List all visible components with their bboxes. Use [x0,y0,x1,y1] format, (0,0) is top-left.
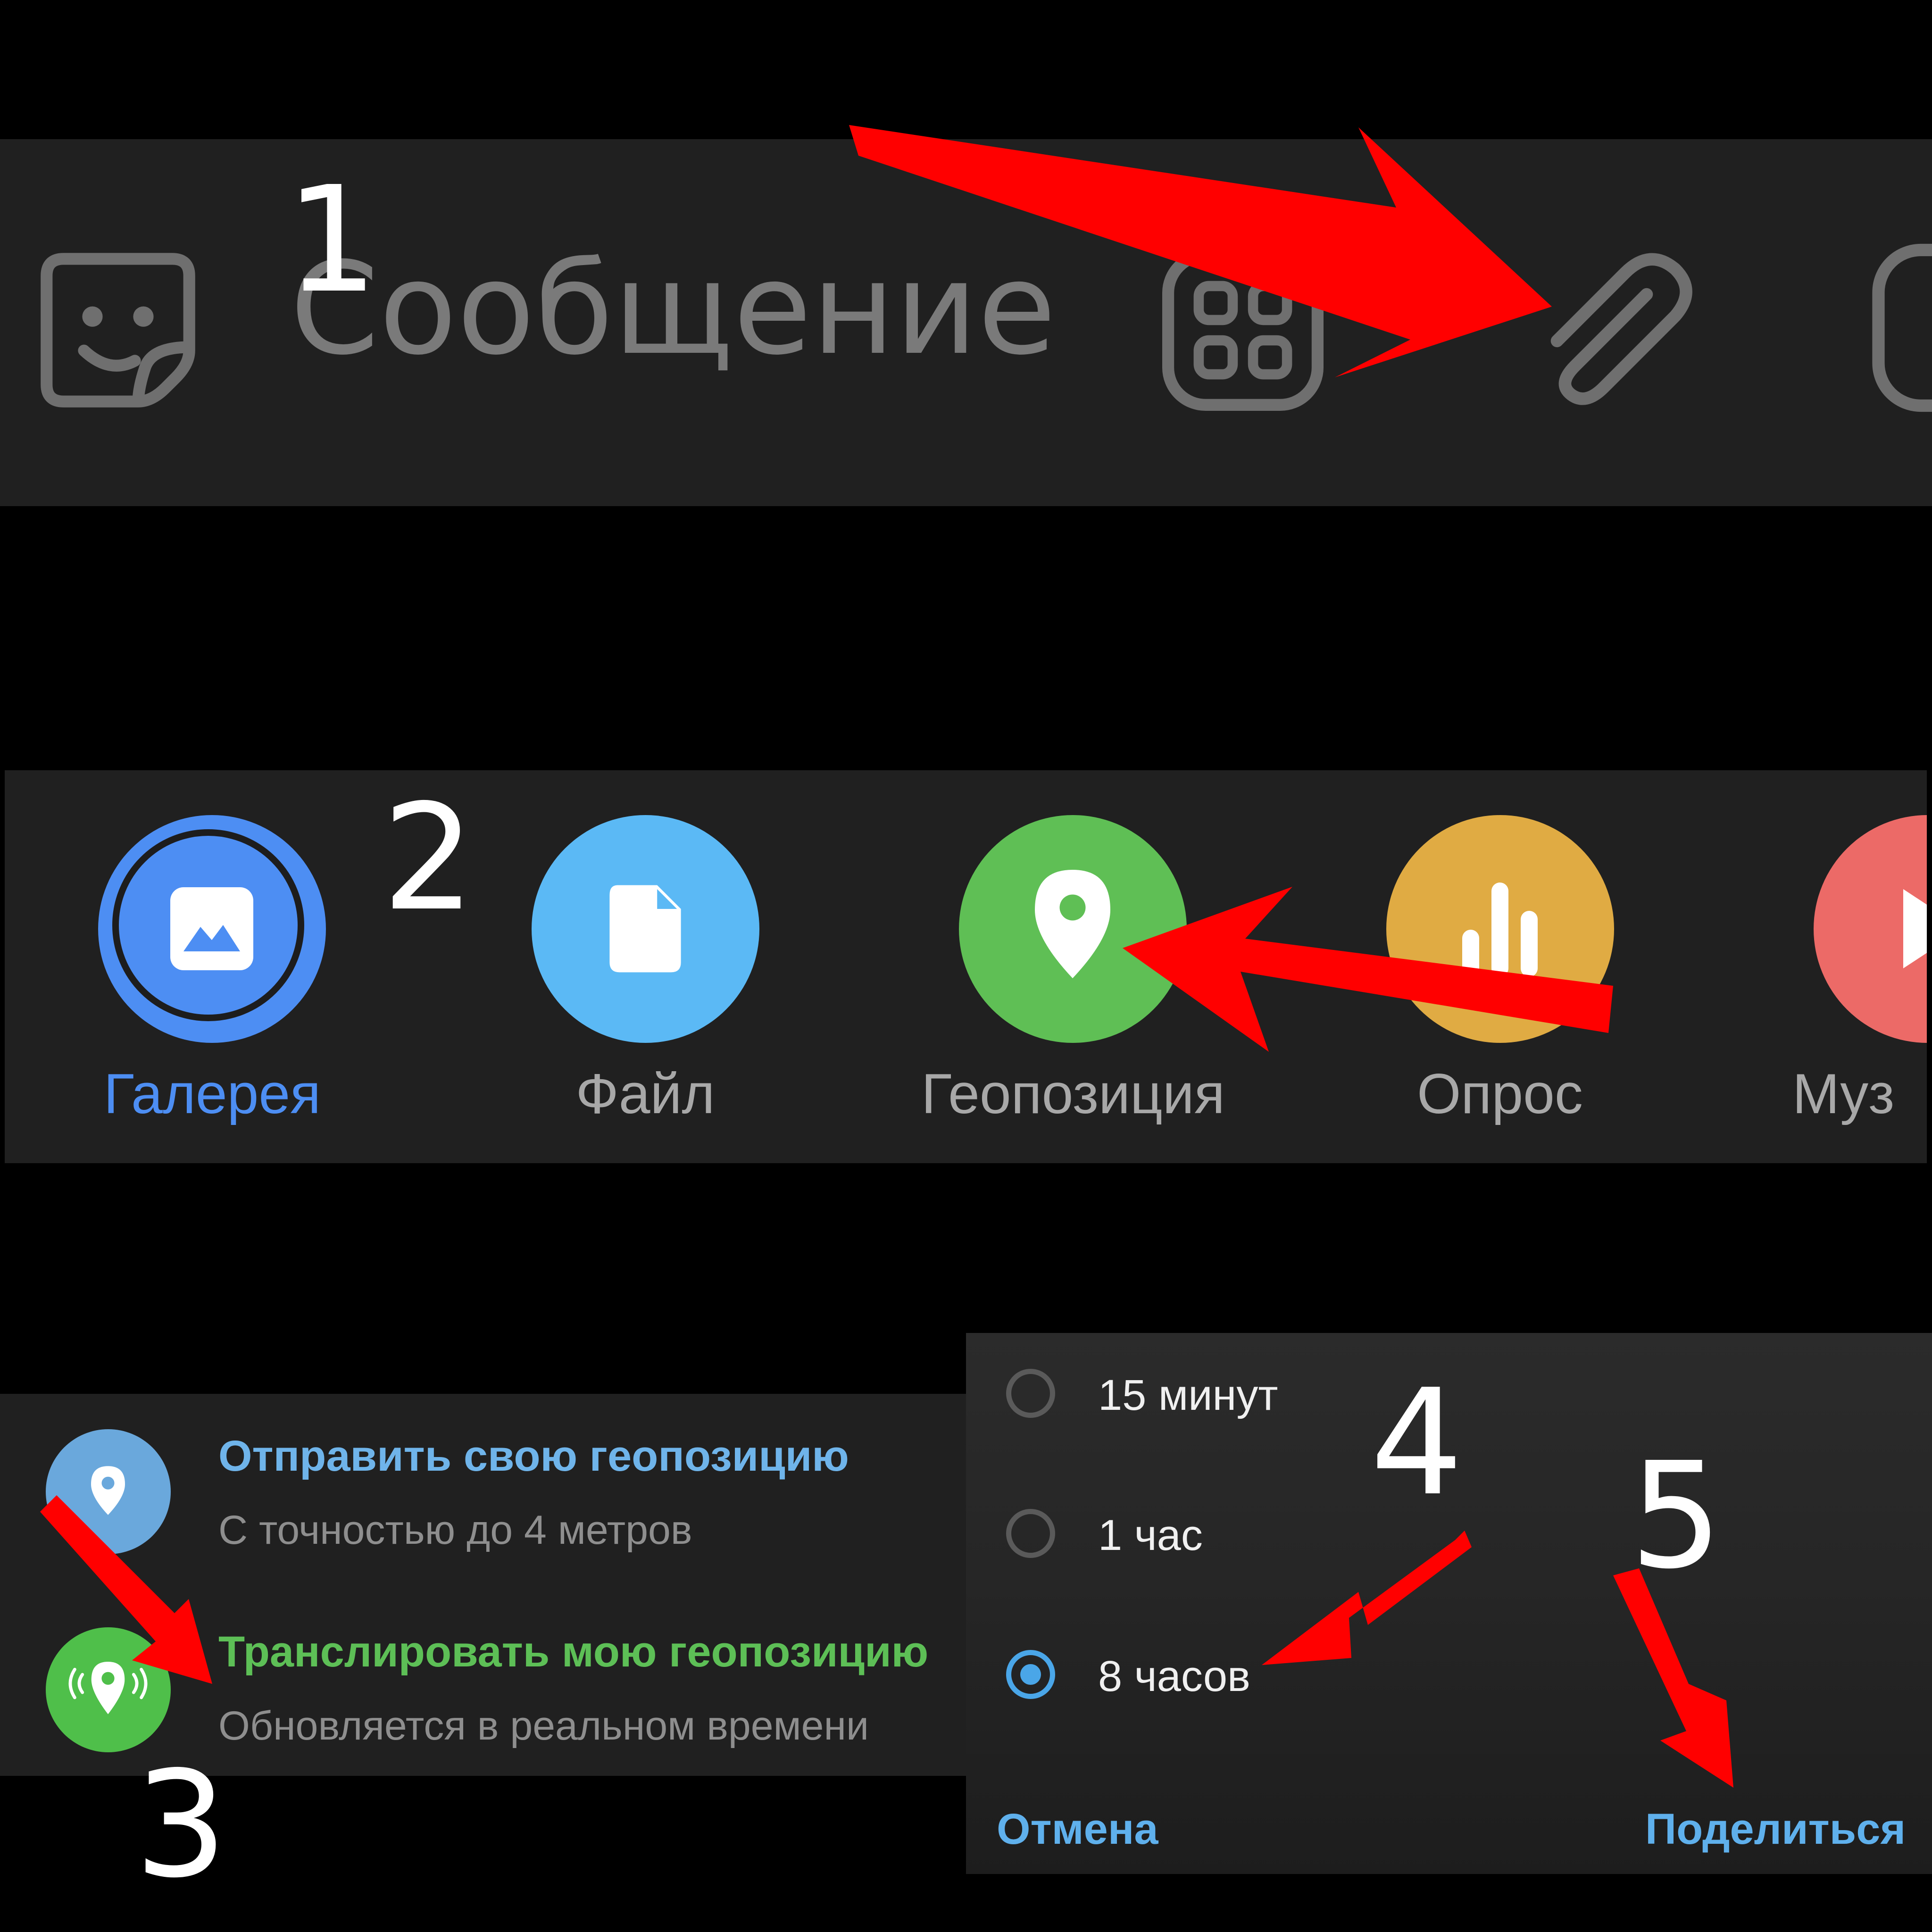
arrow-to-live-location [40,1495,212,1684]
annotation-arrows [40,125,1733,1788]
arrow-to-share [1613,1568,1733,1788]
arrow-to-8-hours [1262,1531,1472,1665]
arrow-to-paperclip [849,125,1552,377]
arrow-to-location [1123,887,1613,1052]
